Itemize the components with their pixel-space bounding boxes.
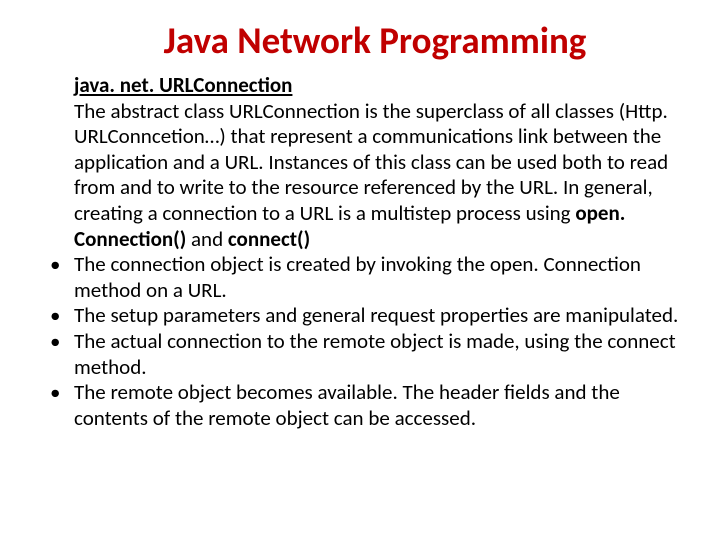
- list-item: The setup parameters and general request…: [40, 303, 680, 329]
- page-title: Java Network Programming: [70, 18, 680, 63]
- list-item: The connection object is created by invo…: [40, 252, 680, 303]
- method-connect: connect(): [228, 226, 310, 252]
- class-heading: java. net. URLConnection: [74, 72, 292, 98]
- content-block: java. net. URLConnection The abstract cl…: [40, 73, 680, 432]
- bullet-list: The connection object is created by invo…: [40, 252, 680, 431]
- list-item: The actual connection to the remote obje…: [40, 329, 680, 380]
- intro-paragraph: java. net. URLConnection The abstract cl…: [74, 73, 680, 252]
- intro-text-mid: and: [186, 226, 228, 252]
- list-item: The remote object becomes available. The…: [40, 380, 680, 431]
